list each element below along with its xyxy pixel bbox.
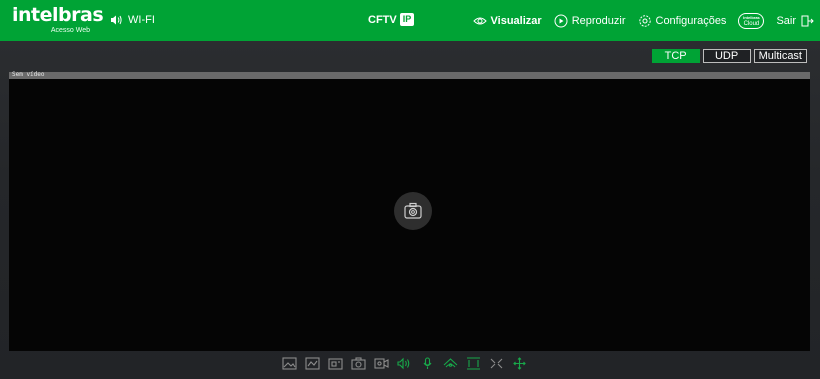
gear-icon (638, 14, 651, 27)
fit-button[interactable] (487, 354, 506, 373)
top-header: intelbras Acesso Web WI-FI CFTV IP Visua… (0, 0, 820, 41)
live-view-area: TCP UDP Multicast Sem vídeo (0, 41, 820, 379)
center-snapshot-button[interactable] (394, 192, 432, 230)
cftv-ip-badge: IP (399, 13, 415, 26)
record-button[interactable] (372, 354, 391, 373)
microphone-button[interactable] (418, 354, 437, 373)
ptz-icon (443, 358, 458, 368)
cloud-icon: Intelbras Cloud (738, 12, 765, 29)
audio-icon (397, 357, 410, 370)
video-panel[interactable]: Sem vídeo (9, 71, 810, 351)
image-adjust-alt-button[interactable] (303, 354, 322, 373)
microphone-icon (423, 357, 432, 369)
fullscreen-icon (467, 357, 480, 370)
video-status-label: Sem vídeo (12, 71, 45, 78)
nav-sair-label: Sair (776, 14, 796, 27)
main-nav: Visualizar Reproduzir Configurações Inte… (472, 0, 814, 41)
snapshot-icon (351, 357, 366, 370)
brand-logo[interactable]: intelbras Acesso Web (12, 4, 104, 36)
nav-configuracoes[interactable]: Configurações (638, 14, 727, 28)
fit-icon (490, 358, 503, 369)
wifi-speaker-icon (111, 15, 122, 25)
cftv-ip-logo: CFTV IP (368, 13, 415, 26)
brand-subtitle: Acesso Web (50, 27, 90, 34)
logout-icon (801, 15, 814, 26)
nav-sair[interactable]: Sair (776, 14, 814, 28)
ptz-button[interactable] (441, 354, 460, 373)
record-icon (374, 358, 389, 369)
play-circle-icon (554, 14, 568, 27)
image-adjust-button[interactable] (280, 354, 299, 373)
move-button[interactable] (510, 354, 529, 373)
video-toolbar (280, 354, 529, 373)
protocol-selector: TCP UDP Multicast (651, 49, 807, 63)
protocol-udp-button[interactable]: UDP (702, 49, 751, 63)
wifi-link[interactable]: WI-FI (110, 14, 155, 26)
nav-reproduzir-label: Reproduzir (571, 14, 626, 27)
zoom-window-icon (328, 358, 343, 370)
eye-icon (472, 17, 487, 24)
audio-button[interactable] (395, 354, 414, 373)
nav-reproduzir[interactable]: Reproduzir (554, 14, 626, 28)
fullscreen-button[interactable] (464, 354, 483, 373)
cftv-label: CFTV (368, 13, 397, 26)
image-adjust-icon (282, 357, 297, 370)
zoom-window-button[interactable] (326, 354, 345, 373)
cloud-badge-bottom: Cloud (743, 20, 760, 27)
nav-visualizar[interactable]: Visualizar (472, 14, 542, 28)
wifi-label: WI-FI (128, 14, 155, 26)
move-icon (513, 357, 526, 370)
protocol-tcp-button[interactable]: TCP (651, 49, 700, 63)
nav-cloud[interactable]: Intelbras Cloud (738, 12, 765, 29)
camera-icon (404, 202, 422, 219)
nav-visualizar-label: Visualizar (490, 14, 542, 27)
snapshot-button[interactable] (349, 354, 368, 373)
video-title-bar: Sem vídeo (9, 71, 810, 79)
brand-name: intelbras (12, 4, 104, 26)
nav-configuracoes-label: Configurações (655, 14, 727, 27)
protocol-multicast-button[interactable]: Multicast (753, 49, 807, 63)
image-adjust-alt-icon (305, 357, 320, 370)
